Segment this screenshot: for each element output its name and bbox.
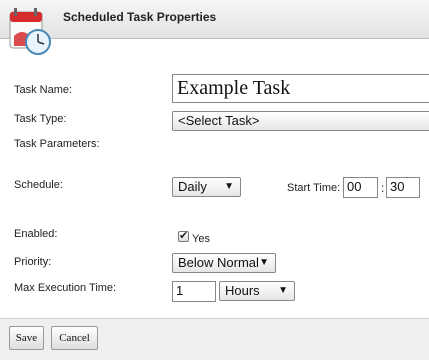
max-execution-unit-select[interactable]: Hours ▼ [219,281,295,301]
task-type-value: <Select Task> [178,113,260,128]
schedule-label: Schedule: [14,179,63,191]
priority-label: Priority: [14,256,52,268]
task-name-label: Task Name: [14,84,73,96]
dialog-title: Scheduled Task Properties [63,10,217,24]
max-execution-time-label: Max Execution Time: [14,282,117,294]
schedule-frequency-select[interactable]: Daily ▼ [172,177,241,197]
task-name-input[interactable]: Example Task [172,74,429,103]
start-time-minute-input[interactable]: 30 [386,177,420,198]
start-time-label: Start Time: [287,182,341,194]
task-parameters-label: Task Parameters: [14,138,100,150]
enabled-yes-label: Yes [192,233,210,245]
task-type-select[interactable]: <Select Task> [172,111,429,131]
cancel-button[interactable]: Cancel [51,326,98,350]
chevron-down-icon: ▼ [278,285,288,296]
dialog-titlebar: Scheduled Task Properties [0,0,429,39]
save-button[interactable]: Save [9,326,44,350]
schedule-frequency-value: Daily [178,179,207,194]
max-execution-unit-value: Hours [225,283,260,298]
start-time-hour-input[interactable]: 00 [343,177,378,198]
enabled-checkbox[interactable]: ✔ [178,230,189,242]
calendar-clock-icon [9,8,51,55]
time-separator: : [381,181,385,195]
task-type-label: Task Type: [14,113,67,125]
max-execution-time-input[interactable]: 1 [172,281,216,302]
enabled-label: Enabled: [14,228,58,240]
checkmark-icon: ✔ [179,230,189,242]
chevron-down-icon: ▼ [259,257,269,268]
chevron-down-icon: ▼ [224,181,234,192]
priority-select[interactable]: Below Normal ▼ [172,253,276,273]
priority-value: Below Normal [178,255,259,270]
